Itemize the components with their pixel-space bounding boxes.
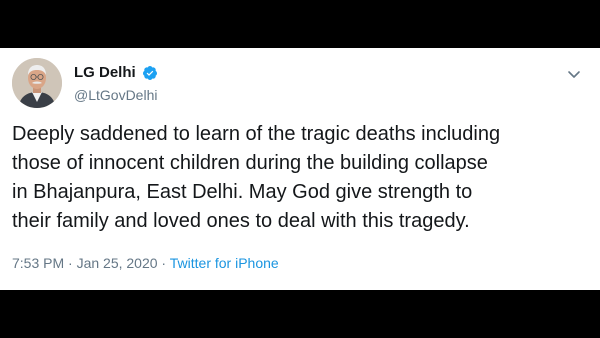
meta-separator: · — [157, 255, 170, 271]
chevron-down-icon[interactable] — [566, 66, 582, 82]
tweet-source-link[interactable]: Twitter for iPhone — [170, 255, 279, 271]
tweet-text-line: those of innocent children during the bu… — [12, 152, 488, 174]
tweet-text-line: their family and loved ones to deal with… — [12, 210, 470, 232]
tweet-meta: 7:53 PM · Jan 25, 2020 · Twitter for iPh… — [12, 254, 279, 272]
avatar-portrait-icon — [12, 58, 62, 108]
tweet-timestamp[interactable]: 7:53 PM · Jan 25, 2020 — [12, 255, 158, 271]
verified-badge-icon — [142, 65, 158, 81]
tweet-text: Deeply saddened to learn of the tragic d… — [12, 120, 572, 236]
avatar[interactable] — [12, 58, 62, 108]
tweet-text-line: Deeply saddened to learn of the tragic d… — [12, 123, 501, 145]
author-display-name[interactable]: LG Delhi — [74, 64, 136, 82]
author-name-row: LG Delhi — [74, 64, 158, 82]
tweet-text-line: in Bhajanpura, East Delhi. May God give … — [12, 181, 473, 203]
screenshot-frame: LG Delhi @LtGovDelhi Deeply saddened to … — [0, 0, 600, 338]
author-handle[interactable]: @LtGovDelhi — [74, 86, 157, 104]
tweet-card: LG Delhi @LtGovDelhi Deeply saddened to … — [0, 48, 600, 290]
